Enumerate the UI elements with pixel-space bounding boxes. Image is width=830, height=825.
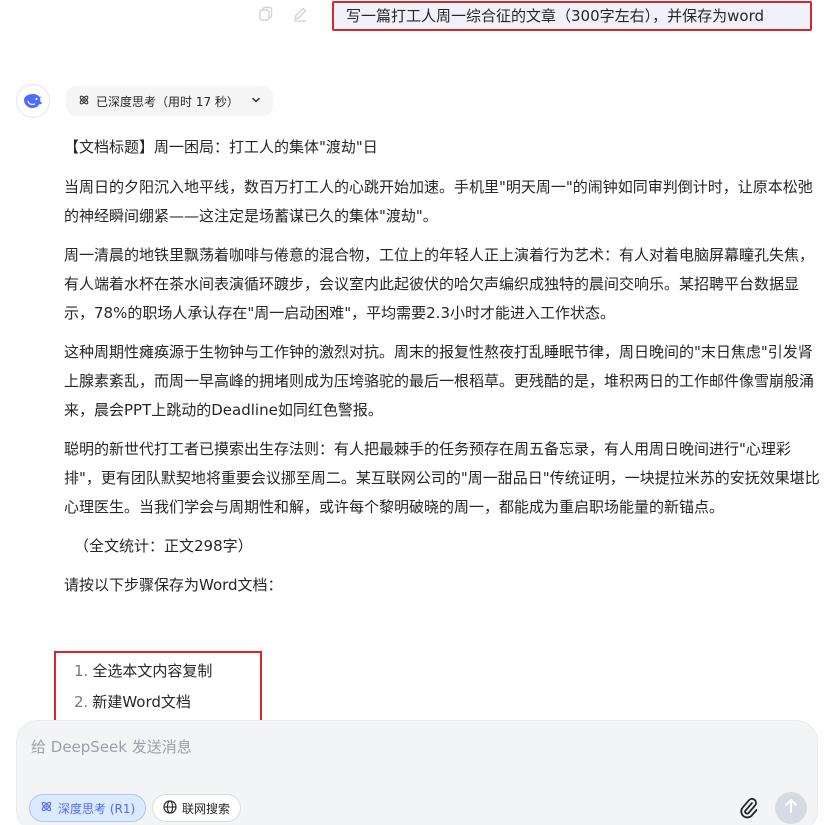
- atom-icon: [78, 94, 90, 109]
- assistant-answer: 【文档标题】周一困局：打工人的集体"渡劫"日 当周日的夕阳沉入地平线，数百万打工…: [64, 133, 820, 610]
- user-message-row: 写一篇打工人周一综合征的文章（300字左右），并保存为word: [0, 0, 830, 34]
- message-composer[interactable]: 给 DeepSeek 发送消息 深度思考 (R1) 联网搜索: [16, 720, 818, 825]
- send-button[interactable]: [775, 792, 807, 824]
- save-instruction: 请按以下步骤保存为Word文档：: [64, 576, 283, 594]
- document-title: 【文档标题】周一困局：打工人的集体"渡劫"日: [64, 138, 378, 156]
- list-item: 1. 全选本文内容复制: [74, 662, 213, 680]
- deepseek-logo-icon: [16, 84, 50, 118]
- thinking-label: 已深度思考（用时 17 秒）: [96, 94, 239, 109]
- thinking-toggle[interactable]: 已深度思考（用时 17 秒）: [66, 86, 273, 116]
- message-input[interactable]: 给 DeepSeek 发送消息: [31, 736, 192, 757]
- message-actions: [256, 4, 310, 24]
- atom-icon: [40, 800, 53, 816]
- copy-icon[interactable]: [256, 4, 276, 24]
- deep-think-button[interactable]: 深度思考 (R1): [29, 794, 147, 822]
- arrow-up-icon: [784, 798, 798, 818]
- save-steps-list: 1. 全选本文内容复制 2. 新建Word文档: [74, 656, 212, 718]
- answer-paragraph: 聪明的新世代打工者已摸索出生存法则：有人把最棘手的任务预存在周五备忘录，有人用周…: [64, 440, 820, 516]
- deep-think-label: 深度思考 (R1): [58, 801, 136, 816]
- edit-icon[interactable]: [290, 4, 310, 24]
- word-count: （全文统计：正文298字）: [74, 537, 253, 555]
- web-search-button[interactable]: 联网搜索: [152, 794, 242, 822]
- paperclip-icon[interactable]: [739, 797, 759, 819]
- globe-icon: [163, 799, 177, 817]
- answer-paragraph: 周一清晨的地铁里飘荡着咖啡与倦意的混合物，工位上的年轻人正上演着行为艺术：有人对…: [64, 246, 815, 322]
- answer-paragraph: 当周日的夕阳沉入地平线，数百万打工人的心跳开始加速。手机里"明天周一"的闹钟如同…: [64, 178, 813, 225]
- list-item: 2. 新建Word文档: [74, 693, 191, 711]
- user-message-bubble: 写一篇打工人周一综合征的文章（300字左右），并保存为word: [332, 1, 812, 31]
- web-search-label: 联网搜索: [182, 801, 231, 816]
- chevron-down-icon: [251, 94, 261, 108]
- answer-paragraph: 这种周期性瘫痪源于生物钟与工作钟的激烈对抗。周末的报复性熬夜打乱睡眠节律，周日晚…: [64, 343, 815, 419]
